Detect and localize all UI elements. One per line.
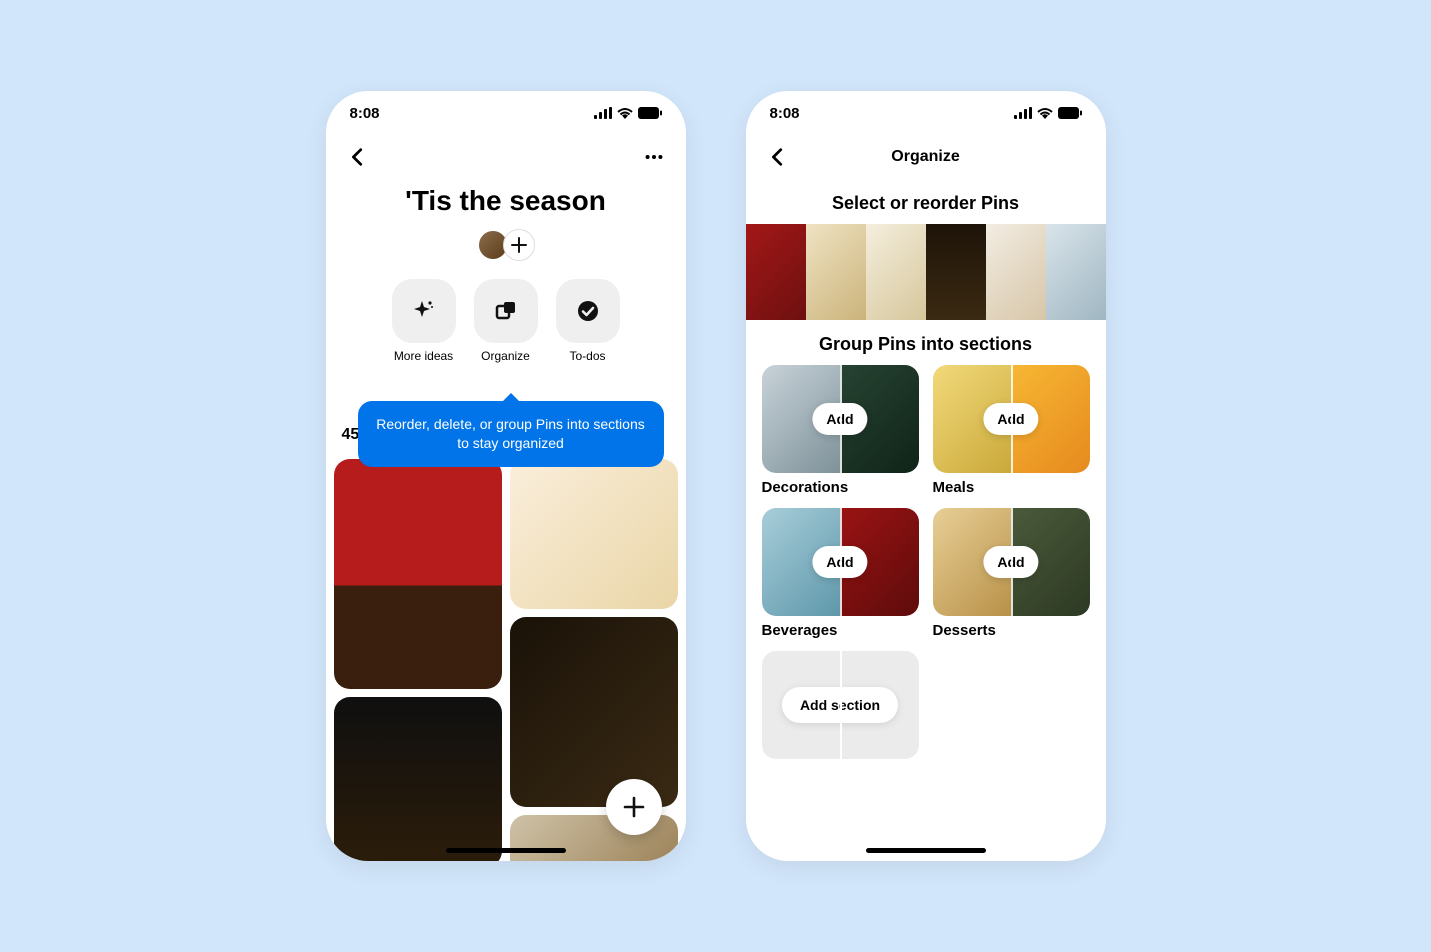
home-indicator bbox=[866, 848, 986, 853]
organize-icon bbox=[494, 299, 518, 323]
reorder-thumb[interactable] bbox=[986, 224, 1046, 320]
status-icons bbox=[1014, 107, 1082, 119]
board-title: 'Tis the season bbox=[326, 185, 686, 217]
cellular-icon bbox=[1014, 107, 1032, 119]
section-label: Decorations bbox=[762, 479, 919, 496]
reorder-thumb[interactable] bbox=[866, 224, 926, 320]
pin-card[interactable] bbox=[334, 459, 502, 689]
reorder-thumb[interactable] bbox=[746, 224, 806, 320]
pin-count-number: 45 bbox=[342, 426, 360, 443]
cellular-icon bbox=[594, 107, 612, 119]
add-to-section-button[interactable]: Add bbox=[812, 403, 867, 435]
battery-icon bbox=[638, 107, 662, 119]
wifi-icon bbox=[1036, 107, 1054, 119]
reorder-thumb[interactable] bbox=[1046, 224, 1106, 320]
back-button[interactable] bbox=[762, 141, 794, 173]
status-time: 8:08 bbox=[350, 105, 380, 122]
more-ideas-button[interactable]: More ideas bbox=[392, 279, 456, 363]
board-actions: More ideas Organize To-dos bbox=[326, 279, 686, 363]
chevron-left-icon bbox=[767, 146, 789, 168]
pin-card[interactable] bbox=[510, 617, 678, 807]
nav-row bbox=[326, 135, 686, 179]
organize-button[interactable]: Organize bbox=[474, 279, 538, 363]
todos-label: To-dos bbox=[569, 349, 605, 363]
section-label: Beverages bbox=[762, 622, 919, 639]
chevron-left-icon bbox=[347, 146, 369, 168]
todos-button[interactable]: To-dos bbox=[556, 279, 620, 363]
ellipsis-icon bbox=[643, 146, 665, 168]
section-desserts[interactable]: Add Desserts bbox=[933, 508, 1090, 639]
phone-board: 8:08 'Tis the season More ideas bbox=[326, 91, 686, 861]
reorder-thumb[interactable] bbox=[926, 224, 986, 320]
more-options-button[interactable] bbox=[638, 141, 670, 173]
section-label: Meals bbox=[933, 479, 1090, 496]
add-to-section-button[interactable]: Add bbox=[983, 403, 1038, 435]
pin-card[interactable] bbox=[334, 697, 502, 861]
pin-card[interactable] bbox=[510, 459, 678, 609]
status-icons bbox=[594, 107, 662, 119]
page-title: Organize bbox=[746, 148, 1106, 166]
organize-label: Organize bbox=[481, 349, 530, 363]
reorder-strip[interactable] bbox=[746, 224, 1106, 320]
section-decorations[interactable]: Add Decorations bbox=[762, 365, 919, 496]
section-beverages[interactable]: Add Beverages bbox=[762, 508, 919, 639]
add-section-button[interactable]: Add section bbox=[782, 687, 898, 723]
add-to-section-button[interactable]: Add bbox=[812, 546, 867, 578]
phone-organize: 8:08 Organize Select or reorder Pins Gro… bbox=[746, 91, 1106, 861]
collaborators-row bbox=[326, 229, 686, 261]
nav-row: Organize bbox=[746, 135, 1106, 179]
group-heading: Group Pins into sections bbox=[746, 334, 1106, 355]
wifi-icon bbox=[616, 107, 634, 119]
add-section-card[interactable]: Add section bbox=[762, 651, 919, 759]
add-pin-fab[interactable] bbox=[606, 779, 662, 835]
back-button[interactable] bbox=[342, 141, 374, 173]
plus-icon bbox=[623, 796, 645, 818]
home-indicator bbox=[446, 848, 566, 853]
check-circle-icon bbox=[576, 299, 600, 323]
select-reorder-heading: Select or reorder Pins bbox=[746, 193, 1106, 214]
plus-icon bbox=[511, 237, 527, 253]
reorder-thumb[interactable] bbox=[806, 224, 866, 320]
section-label: Desserts bbox=[933, 622, 1090, 639]
add-collaborator-button[interactable] bbox=[503, 229, 535, 261]
status-bar: 8:08 bbox=[326, 91, 686, 135]
status-bar: 8:08 bbox=[746, 91, 1106, 135]
sparkle-icon bbox=[412, 299, 436, 323]
add-to-section-button[interactable]: Add bbox=[983, 546, 1038, 578]
section-meals[interactable]: Add Meals bbox=[933, 365, 1090, 496]
status-time: 8:08 bbox=[770, 105, 800, 122]
more-ideas-label: More ideas bbox=[394, 349, 453, 363]
organize-tooltip: Reorder, delete, or group Pins into sect… bbox=[358, 401, 664, 467]
battery-icon bbox=[1058, 107, 1082, 119]
sections-grid: Add Decorations Add Meals Add Beverages … bbox=[746, 365, 1106, 759]
